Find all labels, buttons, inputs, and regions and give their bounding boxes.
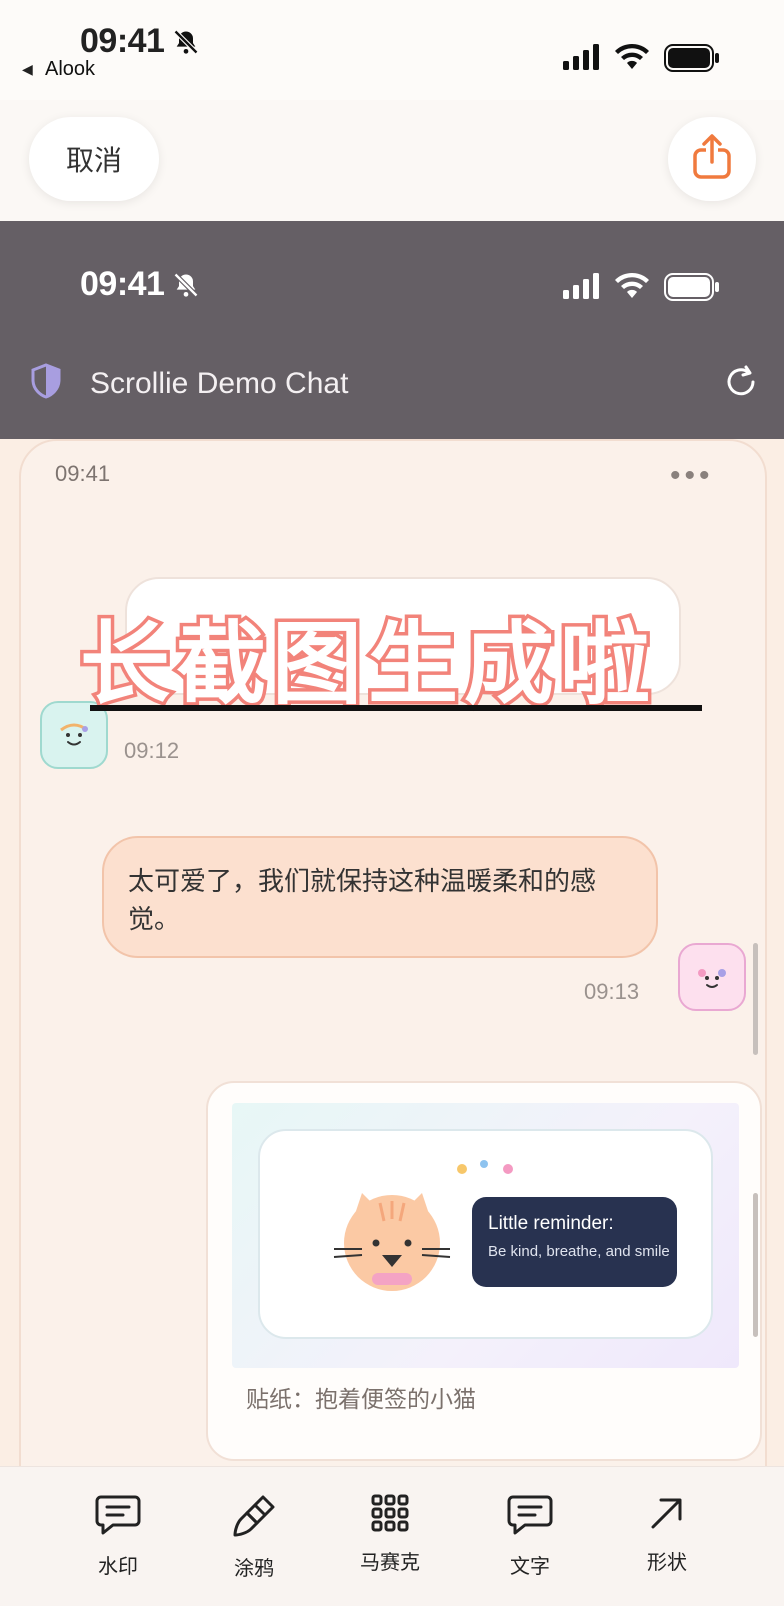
editor-top-bar: 取消	[0, 100, 784, 221]
tool-text-label: 文字	[510, 1556, 550, 1578]
editing-toolbar: 水印 涂鸦 马赛克 文字 形状	[0, 1466, 784, 1606]
tool-mosaic[interactable]: 马赛克	[340, 1493, 440, 1575]
inner-silent-bell-icon	[172, 271, 200, 304]
chat-scrollbar[interactable]	[753, 943, 758, 1055]
share-button[interactable]	[668, 117, 756, 201]
back-app-label[interactable]: Alook	[45, 58, 95, 81]
shield-icon	[30, 363, 62, 404]
sticker-caption: 贴纸：抱着便签的小猫	[246, 1386, 476, 1412]
inner-status-header: 09:41 Scrollie Demo Chat	[0, 221, 784, 439]
tool-mosaic-label: 马赛克	[360, 1552, 420, 1574]
message-bubble-2: 太可爱了，我们就保持这种温暖柔和的感觉。	[102, 836, 658, 958]
message-2-time: 09:13	[584, 979, 640, 1004]
card-time: 09:41	[55, 461, 111, 486]
sticker-image: Little reminder: Be kind, breathe, and s…	[232, 1103, 739, 1368]
overlay-banner-title: 长截图生成啦	[77, 609, 656, 721]
refresh-icon[interactable]	[722, 363, 760, 406]
reminder-note: Little reminder: Be kind, breathe, and s…	[472, 1197, 677, 1287]
outer-status-bar: 09:41 ◀ Alook	[0, 0, 784, 100]
sticker-inner-frame: Little reminder: Be kind, breathe, and s…	[258, 1129, 713, 1339]
arrow-shape-icon	[647, 1493, 687, 1538]
signal-icon	[563, 44, 603, 75]
text-bubble-icon	[507, 1493, 553, 1542]
silent-bell-icon	[172, 28, 200, 61]
wifi-icon	[614, 43, 650, 76]
overlay-underline	[90, 705, 702, 711]
message-1-time: 09:12	[124, 738, 180, 763]
brush-icon	[231, 1493, 277, 1544]
tool-shape-label: 形状	[647, 1552, 687, 1574]
sticker-scrollbar[interactable]	[753, 1193, 758, 1337]
tool-watermark[interactable]: 水印	[68, 1493, 168, 1579]
share-icon	[692, 133, 732, 185]
inner-signal-icon	[563, 273, 603, 304]
back-arrow-icon[interactable]: ◀	[22, 61, 33, 78]
user-avatar	[678, 943, 746, 1011]
watermark-icon	[95, 1493, 141, 1542]
chat-title: Scrollie Demo Chat	[90, 367, 349, 400]
inner-battery-icon	[664, 273, 720, 306]
sticker-message-card: Little reminder: Be kind, breathe, and s…	[206, 1081, 762, 1461]
mosaic-grid-icon	[370, 1493, 410, 1538]
tool-shape[interactable]: 形状	[617, 1493, 717, 1575]
decor-dots-icon	[456, 1159, 516, 1180]
cancel-button[interactable]: 取消	[29, 117, 159, 201]
battery-icon	[664, 44, 720, 77]
tool-watermark-label: 水印	[98, 1556, 138, 1578]
tool-brush-label: 涂鸦	[234, 1558, 274, 1580]
screenshot-preview[interactable]: 09:41 Scrollie Demo Chat 09:41 ••• 09:12…	[0, 221, 784, 1466]
tool-text[interactable]: 文字	[480, 1493, 580, 1579]
reminder-title: Little reminder:	[488, 1213, 614, 1234]
reminder-text: Be kind, breathe, and smile	[488, 1243, 670, 1260]
more-options-icon[interactable]: •••	[670, 459, 714, 493]
status-time: 09:41	[80, 22, 165, 60]
tool-brush[interactable]: 涂鸦	[204, 1493, 304, 1581]
inner-wifi-icon	[614, 272, 650, 305]
cat-face-icon	[332, 1183, 452, 1298]
inner-status-time: 09:41	[80, 265, 165, 303]
